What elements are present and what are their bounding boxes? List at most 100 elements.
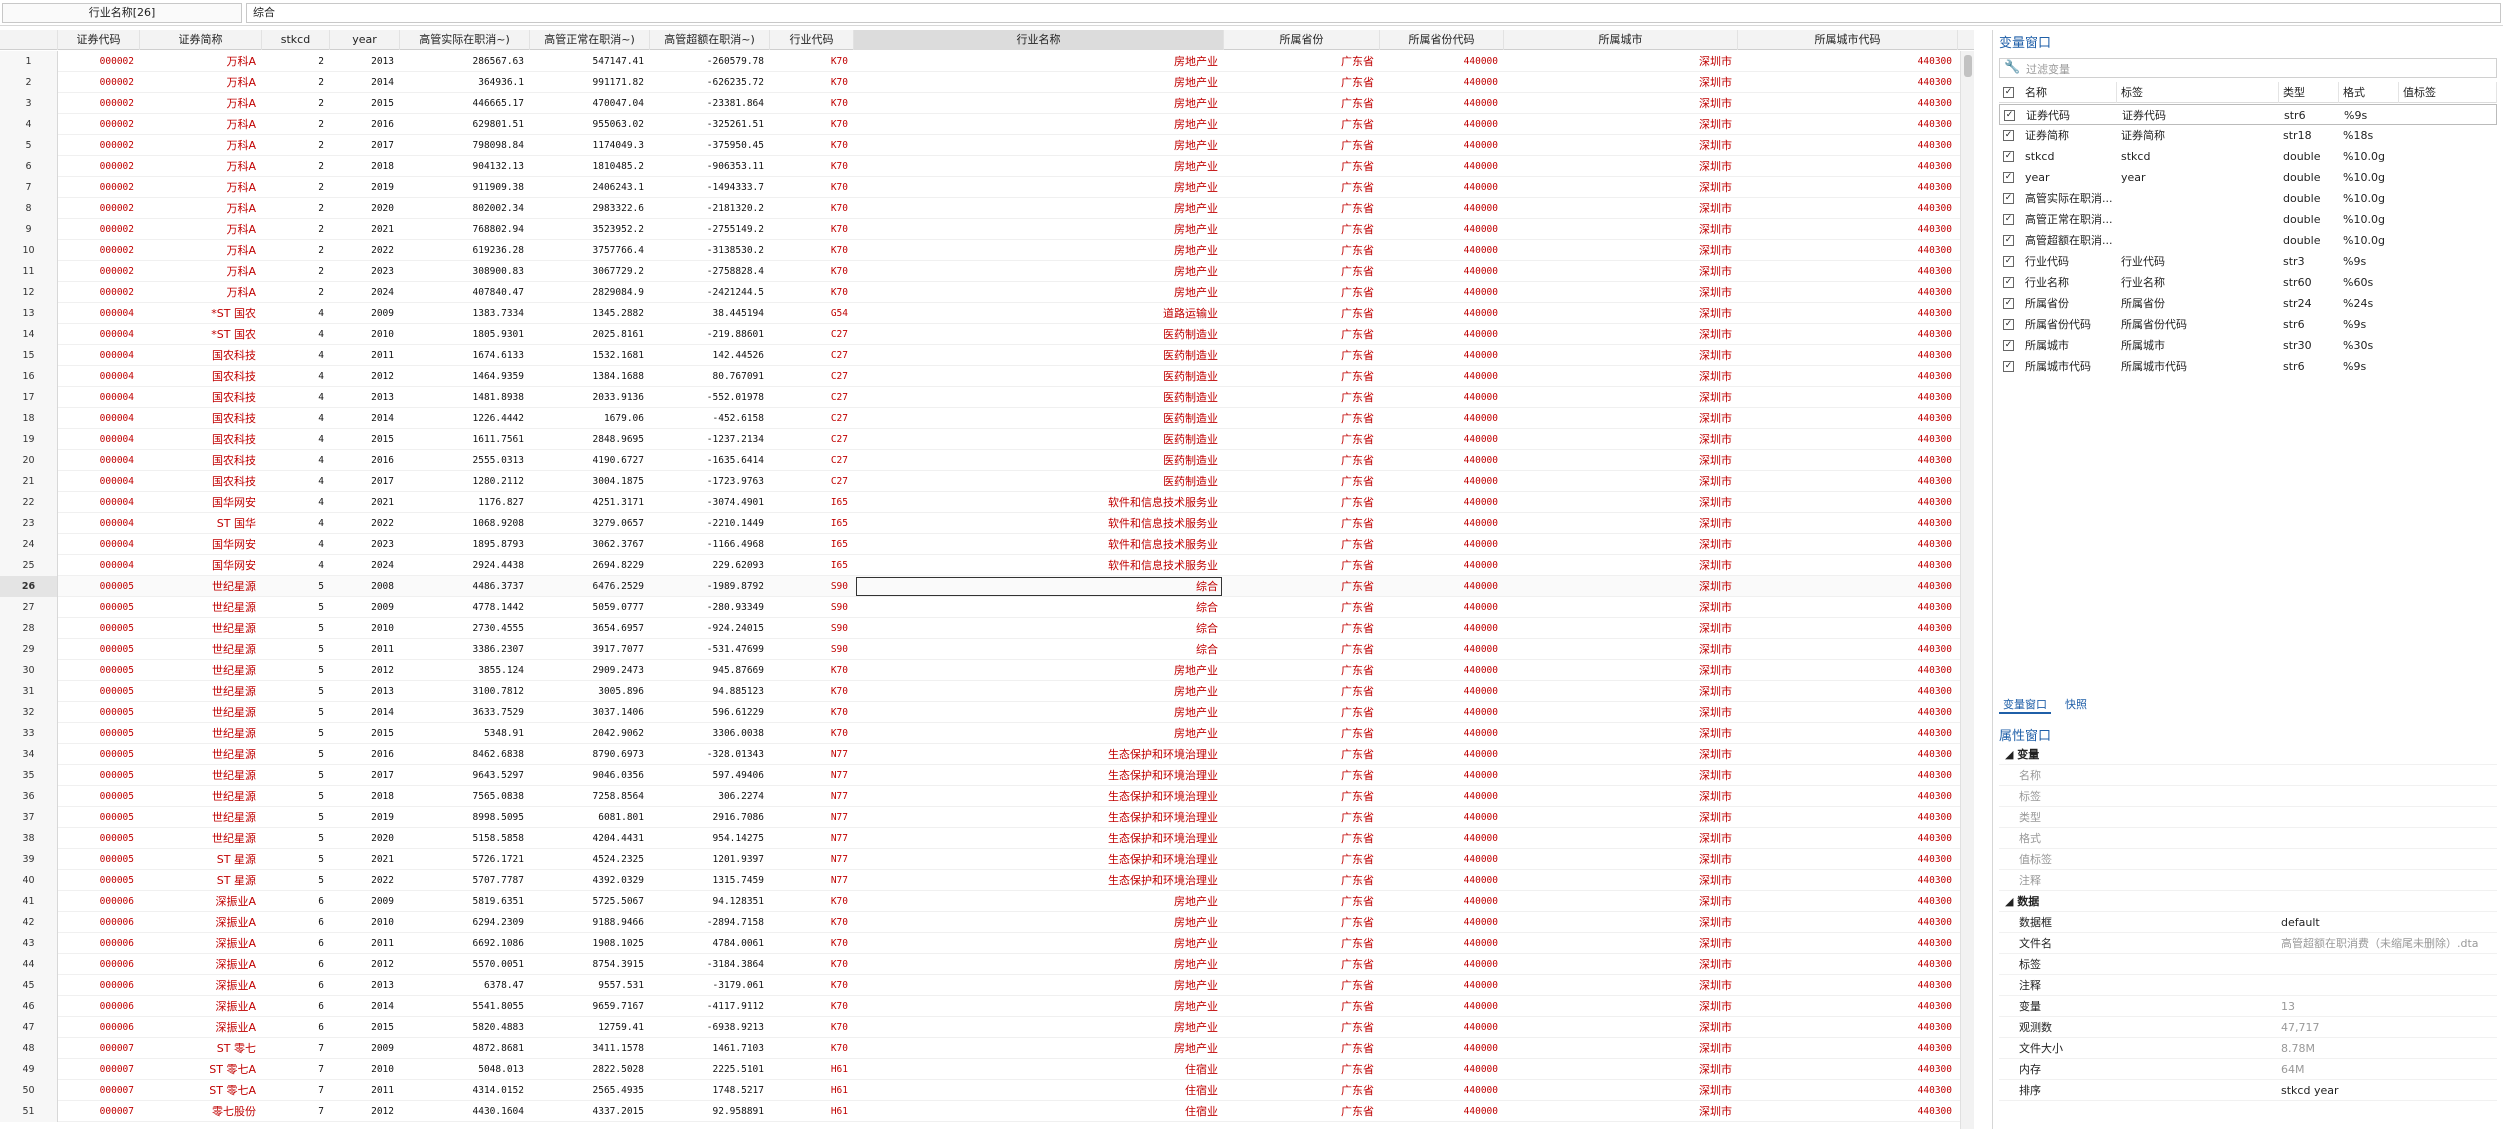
table-cell[interactable]: 5 — [262, 681, 330, 702]
table-cell[interactable]: 94.128351 — [650, 891, 770, 912]
table-cell[interactable]: K70 — [770, 156, 854, 177]
table-cell[interactable]: 深圳市 — [1504, 639, 1738, 660]
table-cell[interactable]: 000005 — [58, 744, 140, 765]
table-cell[interactable]: 房地产业 — [854, 723, 1224, 744]
table-cell[interactable]: 广东省 — [1224, 219, 1380, 240]
table-cell[interactable]: 2009 — [330, 891, 400, 912]
table-cell[interactable]: H61 — [770, 1101, 854, 1122]
table-cell[interactable]: 440000 — [1380, 261, 1504, 282]
table-row[interactable]: 28 000005 世纪星源 5 2010 2730.4555 3654.6957 -924.… — [0, 618, 1974, 639]
table-cell[interactable]: 5820.4883 — [400, 1017, 530, 1038]
table-cell[interactable]: 4337.2015 — [530, 1101, 650, 1122]
table-cell[interactable]: 房地产业 — [854, 891, 1224, 912]
table-cell[interactable]: 1280.2112 — [400, 471, 530, 492]
table-cell[interactable]: 286567.63 — [400, 51, 530, 72]
table-row[interactable]: 2 000002 万科A 2 2014 364936.1 991171.82 -626235.… — [0, 72, 1974, 93]
table-cell[interactable]: 440300 — [1738, 513, 1958, 534]
variable-row[interactable]: ✓ 高管正常在职消... double %10.0g — [1999, 209, 2497, 230]
table-cell[interactable]: 房地产业 — [854, 975, 1224, 996]
table-cell[interactable]: 1674.6133 — [400, 345, 530, 366]
table-cell[interactable]: 1383.7334 — [400, 303, 530, 324]
table-cell[interactable]: 广东省 — [1224, 639, 1380, 660]
table-cell[interactable]: 1201.9397 — [650, 849, 770, 870]
table-cell[interactable]: 5 — [262, 849, 330, 870]
table-cell[interactable]: 440000 — [1380, 1101, 1504, 1122]
table-cell[interactable]: 7565.0838 — [400, 786, 530, 807]
table-row[interactable]: 25 000004 国华网安 4 2024 2924.4438 2694.8229 229.6… — [0, 555, 1974, 576]
table-cell[interactable]: 1461.7103 — [650, 1038, 770, 1059]
table-cell[interactable]: 440000 — [1380, 513, 1504, 534]
table-cell[interactable]: K70 — [770, 975, 854, 996]
table-cell[interactable]: C27 — [770, 408, 854, 429]
table-cell[interactable]: 2916.7086 — [650, 807, 770, 828]
table-cell[interactable]: 2013 — [330, 387, 400, 408]
table-cell[interactable]: 房地产业 — [854, 996, 1224, 1017]
table-cell[interactable]: 3004.1875 — [530, 471, 650, 492]
table-cell[interactable]: 440000 — [1380, 618, 1504, 639]
table-cell[interactable]: 2009 — [330, 597, 400, 618]
table-row[interactable]: 50 000007 ST 零七A 7 2011 4314.0152 2565.4935 174… — [0, 1080, 1974, 1101]
table-cell[interactable]: 医药制造业 — [854, 429, 1224, 450]
variable-checkbox[interactable]: ✓ — [2003, 361, 2014, 372]
table-cell[interactable]: 7258.8564 — [530, 786, 650, 807]
table-cell[interactable]: 2014 — [330, 408, 400, 429]
table-cell[interactable]: 1174049.3 — [530, 135, 650, 156]
table-cell[interactable]: 2015 — [330, 429, 400, 450]
table-cell[interactable]: K70 — [770, 702, 854, 723]
table-cell[interactable]: 2009 — [330, 1038, 400, 1059]
table-cell[interactable]: 2 — [262, 72, 330, 93]
row-number[interactable]: 32 — [0, 702, 58, 723]
table-cell[interactable]: 440300 — [1738, 366, 1958, 387]
table-cell[interactable]: 2694.8229 — [530, 555, 650, 576]
table-cell[interactable]: 229.62093 — [650, 555, 770, 576]
table-cell[interactable]: 440300 — [1738, 219, 1958, 240]
table-cell[interactable]: 440300 — [1738, 471, 1958, 492]
table-cell[interactable]: 2822.5028 — [530, 1059, 650, 1080]
table-cell[interactable]: 世纪星源 — [140, 576, 262, 597]
table-cell[interactable]: 国农科技 — [140, 471, 262, 492]
table-cell[interactable]: 4778.1442 — [400, 597, 530, 618]
table-cell[interactable]: 991171.82 — [530, 72, 650, 93]
table-cell[interactable]: 广东省 — [1224, 513, 1380, 534]
table-cell[interactable]: 440300 — [1738, 156, 1958, 177]
table-cell[interactable]: 1810485.2 — [530, 156, 650, 177]
table-cell[interactable]: 5 — [262, 870, 330, 891]
table-cell[interactable]: 2022 — [330, 513, 400, 534]
table-cell[interactable]: 深圳市 — [1504, 1101, 1738, 1122]
table-cell[interactable]: 2014 — [330, 996, 400, 1017]
variables-column-header[interactable]: 值标签 — [2399, 82, 2497, 103]
table-cell[interactable]: 2012 — [330, 366, 400, 387]
table-cell[interactable]: 440300 — [1738, 387, 1958, 408]
table-cell[interactable]: 广东省 — [1224, 702, 1380, 723]
table-cell[interactable]: 440000 — [1380, 1038, 1504, 1059]
table-cell[interactable]: 广东省 — [1224, 1080, 1380, 1101]
table-cell[interactable]: -552.01978 — [650, 387, 770, 408]
table-cell[interactable]: 深圳市 — [1504, 681, 1738, 702]
table-cell[interactable]: 1679.06 — [530, 408, 650, 429]
table-cell[interactable]: 802002.34 — [400, 198, 530, 219]
row-number[interactable]: 33 — [0, 723, 58, 744]
table-cell[interactable]: 房地产业 — [854, 93, 1224, 114]
table-cell[interactable]: 零七股份 — [140, 1101, 262, 1122]
variable-row[interactable]: ✓ 所属城市 所属城市 str30 %30s — [1999, 335, 2497, 356]
table-cell[interactable]: 2225.5101 — [650, 1059, 770, 1080]
table-cell[interactable]: 5 — [262, 744, 330, 765]
table-cell[interactable]: 440300 — [1738, 282, 1958, 303]
table-row[interactable]: 3 000002 万科A 2 2015 446665.17 470047.04 -23381.… — [0, 93, 1974, 114]
table-cell[interactable]: 440300 — [1738, 1017, 1958, 1038]
table-cell[interactable]: 440000 — [1380, 1017, 1504, 1038]
table-cell[interactable]: 深圳市 — [1504, 408, 1738, 429]
table-cell[interactable]: 2010 — [330, 912, 400, 933]
table-cell[interactable]: 5570.0051 — [400, 954, 530, 975]
table-cell[interactable]: K70 — [770, 282, 854, 303]
table-cell[interactable]: 2022 — [330, 870, 400, 891]
variable-checkbox[interactable]: ✓ — [2004, 110, 2015, 121]
table-cell[interactable]: 2 — [262, 51, 330, 72]
table-cell[interactable]: 广东省 — [1224, 303, 1380, 324]
table-cell[interactable]: 深圳市 — [1504, 534, 1738, 555]
table-row[interactable]: 44 000006 深振业A 6 2012 5570.0051 8754.3915 -3184… — [0, 954, 1974, 975]
table-cell[interactable]: 2011 — [330, 639, 400, 660]
table-cell[interactable]: 房地产业 — [854, 177, 1224, 198]
property-row[interactable]: 内存 64M — [1999, 1059, 2497, 1080]
table-cell[interactable]: 广东省 — [1224, 492, 1380, 513]
